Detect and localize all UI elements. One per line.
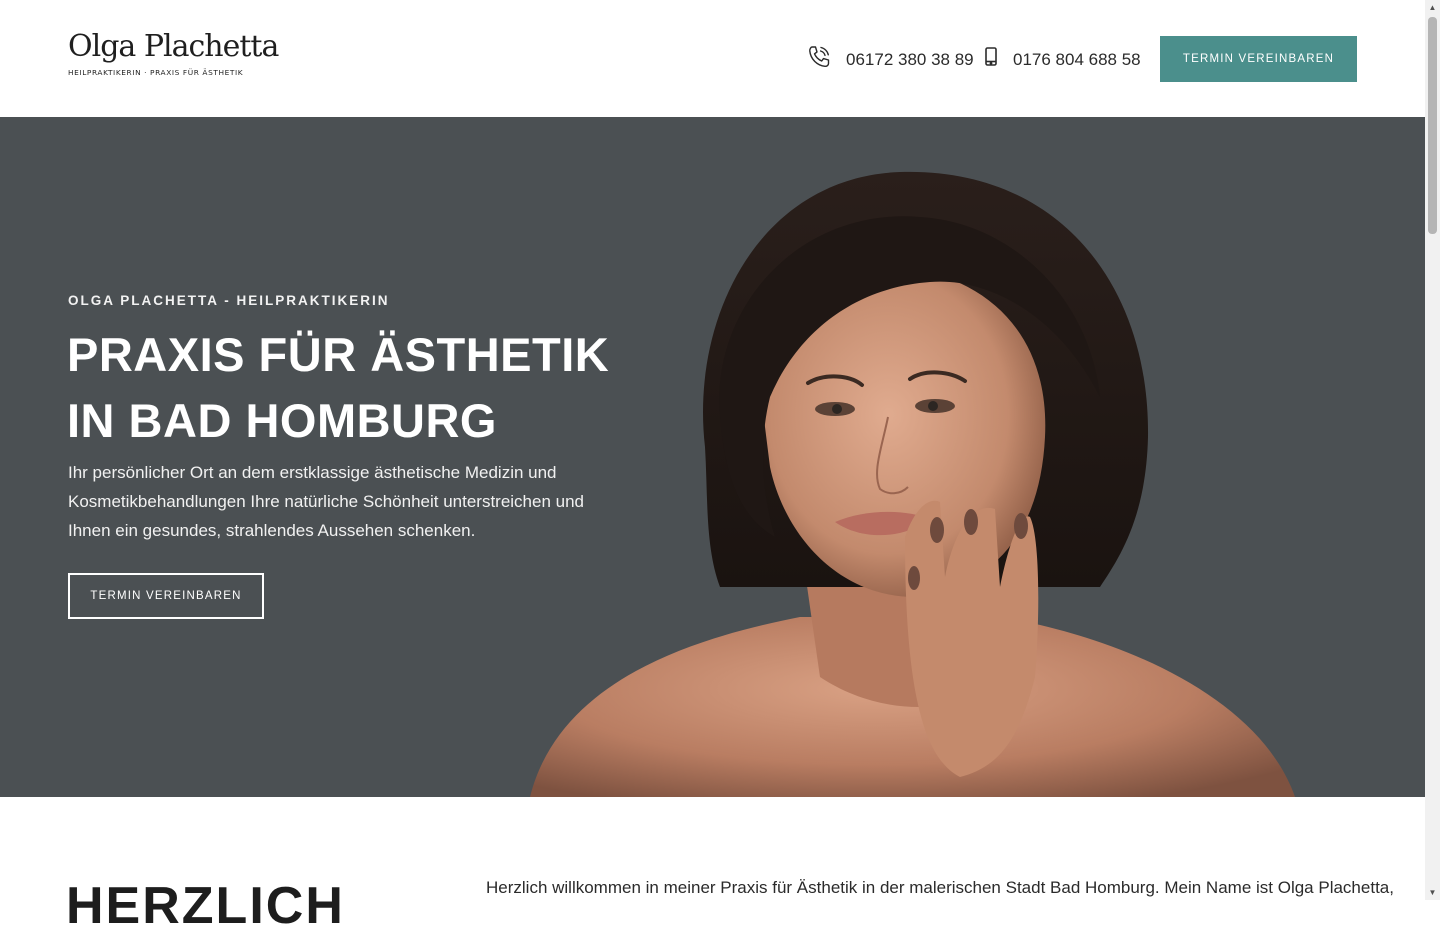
logo-tagline: HEILPRAKTIKERIN · PRAXIS FÜR ÄSTHETIK xyxy=(68,68,244,77)
scroll-down-arrow-icon[interactable]: ▼ xyxy=(1425,885,1440,900)
phone-mobile-link[interactable]: 0176 804 688 58 xyxy=(983,44,1141,75)
page-scrollbar[interactable]: ▲ ▼ xyxy=(1425,0,1440,900)
logo[interactable]: Olga Plachetta HEILPRAKTIKERIN · PRAXIS … xyxy=(68,29,279,78)
mobile-phone-icon xyxy=(983,44,999,75)
hero-portrait-image xyxy=(530,171,1295,797)
scrollbar-thumb[interactable] xyxy=(1428,17,1437,234)
intro-text: Herzlich willkommen in meiner Praxis für… xyxy=(486,878,1394,897)
phone-landline-number: 06172 380 38 89 xyxy=(846,49,974,69)
logo-name: Olga Plachetta xyxy=(68,29,279,64)
phone-mobile-number: 0176 804 688 58 xyxy=(1013,49,1141,69)
hero-section: OLGA PLACHETTA - HEILPRAKTIKERIN PRAXIS … xyxy=(0,117,1425,797)
hero-book-appointment-button[interactable]: TERMIN VEREINBAREN xyxy=(68,573,264,619)
hero-eyebrow: OLGA PLACHETTA - HEILPRAKTIKERIN xyxy=(68,293,390,308)
site-header: Olga Plachetta HEILPRAKTIKERIN · PRAXIS … xyxy=(0,0,1425,117)
hero-title-line-2: IN BAD HOMBURG xyxy=(67,394,497,447)
hero-title-line-1: PRAXIS FÜR ÄSTHETIK xyxy=(67,328,610,381)
intro-heading: HERZLICH xyxy=(66,877,345,935)
scroll-up-arrow-icon[interactable]: ▲ xyxy=(1425,0,1440,15)
hero-title: PRAXIS FÜR ÄSTHETIK IN BAD HOMBURG xyxy=(67,322,627,454)
phone-landline-link[interactable]: 06172 380 38 89 xyxy=(806,44,974,75)
phone-icon xyxy=(806,44,832,75)
hero-description: Ihr persönlicher Ort an dem erstklassige… xyxy=(68,463,585,540)
book-appointment-button[interactable]: TERMIN VEREINBAREN xyxy=(1160,36,1357,82)
